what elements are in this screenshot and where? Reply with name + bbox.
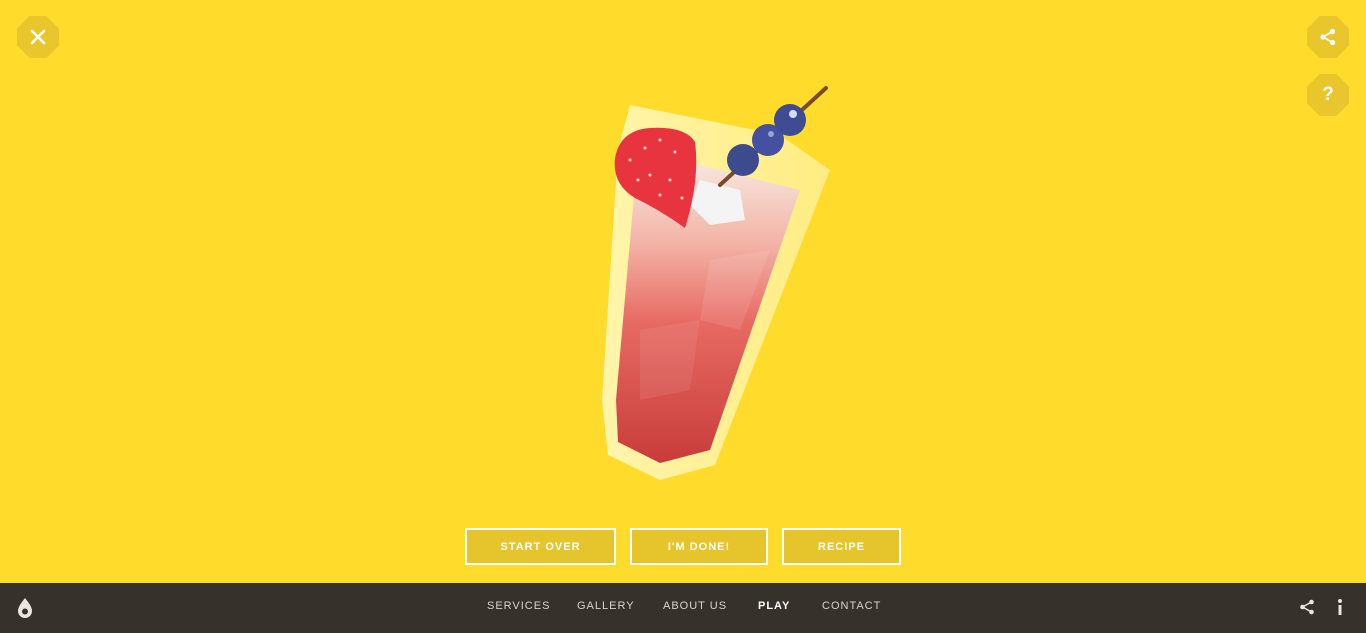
help-button[interactable]: ? [1307, 74, 1349, 116]
nav-services[interactable]: SERVICES [487, 600, 550, 612]
share-icon [1320, 28, 1336, 46]
im-done-button[interactable]: I'M DONE! [630, 528, 768, 565]
close-icon [30, 29, 46, 45]
recipe-button[interactable]: RECIPE [782, 528, 901, 565]
footer-bar: SERVICES GALLERY ABOUT US PLAY CONTACT [0, 583, 1366, 633]
nav-about-us[interactable]: ABOUT US [663, 600, 727, 612]
close-button[interactable] [17, 16, 59, 58]
nav-gallery[interactable]: GALLERY [577, 600, 635, 612]
help-icon: ? [1322, 84, 1334, 105]
share-button[interactable] [1307, 16, 1349, 58]
cocktail-illustration [602, 86, 830, 480]
nav-contact[interactable]: CONTACT [822, 600, 881, 612]
info-icon[interactable] [1336, 598, 1344, 616]
start-over-button[interactable]: START OVER [465, 528, 616, 565]
footer-share-icon[interactable] [1299, 599, 1315, 615]
logo-drop-icon[interactable] [15, 597, 35, 619]
nav-play[interactable]: PLAY [758, 600, 790, 612]
